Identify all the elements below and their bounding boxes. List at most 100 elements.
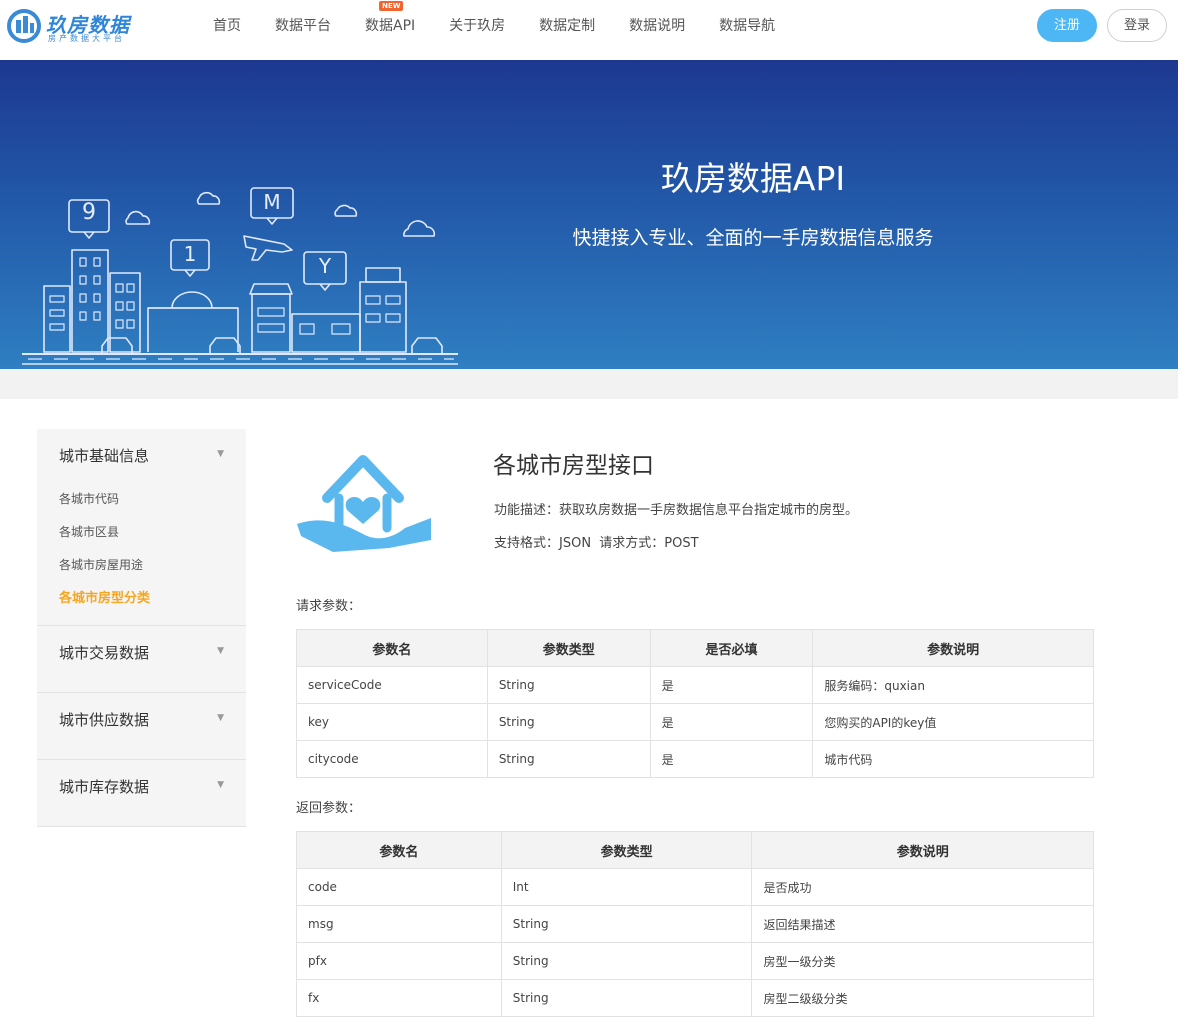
- new-badge: NEW: [379, 1, 404, 11]
- register-button[interactable]: 注册: [1037, 9, 1097, 42]
- hero-banner: 9 1 M Y 玖房数据API 快捷接入专业、全面的一手房数据信息服务: [0, 60, 1178, 369]
- sign-label: Y: [318, 254, 332, 278]
- nav-data-api[interactable]: NEW 数据API: [348, 0, 432, 52]
- nav-label: 关于玖房: [449, 18, 506, 34]
- nav-label: 数据定制: [539, 18, 596, 34]
- sidebar-group-header[interactable]: 城市供应数据 ▼: [37, 693, 246, 759]
- nav-label: 数据导航: [719, 18, 776, 34]
- login-button[interactable]: 登录: [1107, 9, 1167, 42]
- sign-label: 9: [82, 200, 96, 225]
- table-cell: fx: [296, 979, 502, 1017]
- table-cell: 房型一级分类: [751, 942, 1094, 980]
- sidebar-group-header[interactable]: 城市基础信息 ▼: [37, 429, 246, 483]
- column-header: 参数类型: [500, 831, 753, 869]
- table-cell: msg: [296, 905, 502, 943]
- table-row: msg String 返回结果描述: [296, 905, 1094, 943]
- city-illustration-icon: [22, 187, 458, 365]
- table-cell: 是: [649, 703, 814, 741]
- table-cell: code: [296, 868, 502, 906]
- sidebar-group-header[interactable]: 城市交易数据 ▼: [37, 626, 246, 692]
- table-cell: String: [486, 703, 651, 741]
- column-header: 参数说明: [812, 629, 1094, 667]
- caret-down-icon: ▼: [217, 646, 224, 656]
- nav-data-explain[interactable]: 数据说明: [612, 0, 702, 52]
- table-cell: String: [486, 666, 651, 704]
- table-row: serviceCode String 是 服务编码：quxian: [296, 666, 1094, 704]
- table-row: citycode String 是 城市代码: [296, 740, 1094, 778]
- nav-data-guide[interactable]: 数据导航: [702, 0, 792, 52]
- logo-subtitle: 房产数据大平台: [48, 34, 125, 43]
- nav-label: 数据API: [365, 18, 416, 34]
- column-header: 参数名: [296, 629, 488, 667]
- api-format: 支持格式：JSON 请求方式：POST: [494, 536, 699, 551]
- response-params-table: 参数名 参数类型 参数说明 code Int 是否成功 msg String 返…: [296, 831, 1094, 1017]
- sidebar-item-house-type[interactable]: 各城市房型分类: [37, 582, 246, 615]
- sidebar-group-basic-info: 城市基础信息 ▼ 各城市代码 各城市区县 各城市房屋用途 各城市房型分类: [37, 429, 246, 626]
- sidebar-item-city-code[interactable]: 各城市代码: [37, 483, 246, 516]
- table-cell: 是: [649, 740, 814, 778]
- table-cell: 是: [649, 666, 814, 704]
- table-cell: 房型二级级分类: [751, 979, 1094, 1017]
- sign-label: 1: [183, 242, 197, 266]
- table-row: key String 是 您购买的API的key值: [296, 703, 1094, 741]
- sidebar-group-supply-data: 城市供应数据 ▼: [37, 693, 246, 760]
- banner-subtitle: 快捷接入专业、全面的一手房数据信息服务: [572, 227, 934, 249]
- nav-home[interactable]: 首页: [196, 0, 258, 52]
- sidebar-group-label: 城市交易数据: [59, 644, 150, 662]
- nav-label: 首页: [213, 18, 241, 34]
- sidebar-item-city-district[interactable]: 各城市区县: [37, 516, 246, 549]
- table-cell: String: [486, 740, 651, 778]
- logo-mark-icon: [7, 9, 41, 43]
- table-header-row: 参数名 参数类型 参数说明: [296, 831, 1094, 869]
- api-description: 功能描述：获取玖房数据一手房数据信息平台指定城市的房型。: [494, 503, 859, 518]
- table-cell: 服务编码：quxian: [812, 666, 1094, 704]
- table-cell: key: [296, 703, 488, 741]
- nav-data-platform[interactable]: 数据平台: [258, 0, 348, 52]
- table-cell: Int: [500, 868, 753, 906]
- sidebar-group-stock-data: 城市库存数据 ▼: [37, 760, 246, 827]
- table-cell: 返回结果描述: [751, 905, 1094, 943]
- request-params-label: 请求参数：: [296, 599, 362, 614]
- table-cell: 城市代码: [812, 740, 1094, 778]
- table-cell: 您购买的API的key值: [812, 703, 1094, 741]
- sidebar-group-trade-data: 城市交易数据 ▼: [37, 626, 246, 693]
- column-header: 参数说明: [751, 831, 1094, 869]
- section-divider: [0, 369, 1178, 399]
- sidebar-menu: 城市基础信息 ▼ 各城市代码 各城市区县 各城市房屋用途 各城市房型分类 城市交…: [37, 429, 246, 827]
- column-header: 是否必填: [649, 629, 814, 667]
- nav-label: 数据平台: [275, 18, 331, 34]
- nav-label: 数据说明: [629, 18, 686, 34]
- response-params-label: 返回参数：: [296, 801, 362, 816]
- column-header: 参数类型: [486, 629, 651, 667]
- column-header: 参数名: [296, 831, 502, 869]
- nav-about[interactable]: 关于玖房: [432, 0, 522, 52]
- table-cell: citycode: [296, 740, 488, 778]
- table-row: code Int 是否成功: [296, 868, 1094, 906]
- sign-label: M: [263, 190, 281, 214]
- top-navbar: 玖房数据 房产数据大平台 首页 数据平台 NEW 数据API 关于玖房 数据定制…: [0, 0, 1178, 60]
- banner-title: 玖房数据API: [660, 159, 846, 198]
- sidebar-item-house-usage[interactable]: 各城市房屋用途: [37, 549, 246, 582]
- caret-down-icon: ▼: [217, 449, 224, 459]
- table-cell: serviceCode: [296, 666, 488, 704]
- table-cell: String: [500, 905, 753, 943]
- sidebar-group-label: 城市库存数据: [59, 778, 150, 796]
- table-cell: String: [500, 979, 753, 1017]
- api-title: 各城市房型接口: [493, 453, 654, 479]
- sidebar-group-label: 城市基础信息: [59, 447, 150, 465]
- sidebar-submenu: 各城市代码 各城市区县 各城市房屋用途 各城市房型分类: [37, 483, 246, 625]
- caret-down-icon: ▼: [217, 780, 224, 790]
- house-in-hand-icon: [297, 455, 431, 552]
- nav-custom-data[interactable]: 数据定制: [522, 0, 612, 52]
- site-logo[interactable]: 玖房数据 房产数据大平台: [6, 6, 136, 46]
- sidebar-group-header[interactable]: 城市库存数据 ▼: [37, 760, 246, 826]
- main-nav: 首页 数据平台 NEW 数据API 关于玖房 数据定制 数据说明 数据导航: [196, 0, 792, 52]
- table-row: pfx String 房型一级分类: [296, 942, 1094, 980]
- table-header-row: 参数名 参数类型 是否必填 参数说明: [296, 629, 1094, 667]
- sidebar-group-label: 城市供应数据: [59, 711, 150, 729]
- table-cell: 是否成功: [751, 868, 1094, 906]
- table-row: fx String 房型二级级分类: [296, 979, 1094, 1017]
- table-cell: String: [500, 942, 753, 980]
- table-cell: pfx: [296, 942, 502, 980]
- request-params-table: 参数名 参数类型 是否必填 参数说明 serviceCode String 是 …: [296, 629, 1094, 778]
